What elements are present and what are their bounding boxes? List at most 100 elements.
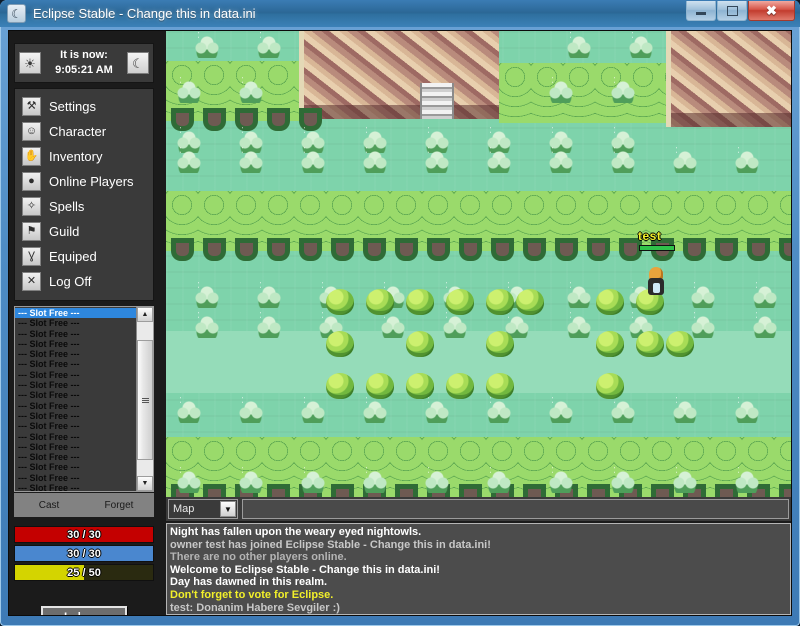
close-button[interactable]: ✖: [748, 1, 795, 21]
shrub-sprite: [752, 312, 778, 338]
shrub-sprite: [566, 312, 592, 338]
menu-item-label: Online Players: [49, 174, 134, 189]
inbox-button[interactable]: Inbox: [41, 606, 127, 615]
maximize-button[interactable]: [717, 1, 747, 21]
spell-slot[interactable]: --- Slot Free ---: [15, 329, 136, 339]
tree-trunk: [486, 243, 518, 261]
player-health-bar: [639, 245, 675, 251]
spell-slot[interactable]: --- Slot Free ---: [15, 473, 136, 483]
spell-action-bar: Cast Forget: [14, 493, 154, 517]
shrub-sprite: [486, 467, 512, 493]
window-title: Eclipse Stable - Change this in data.ini: [33, 6, 256, 21]
cliff-edge: [299, 31, 304, 119]
tree-trunk: [742, 243, 774, 261]
spell-slot[interactable]: --- Slot Free ---: [15, 452, 136, 462]
chat-message: Don't forget to vote for Eclipse.: [170, 588, 334, 601]
tree-trunk: [198, 489, 230, 497]
chat-channel-dropdown[interactable]: Map ▼: [168, 499, 238, 519]
shrub-sprite: [176, 147, 202, 173]
scrollbar-thumb[interactable]: [137, 340, 153, 460]
shrub-sprite: [424, 397, 450, 423]
tree-trunk: [262, 489, 294, 497]
tree-trunk: [230, 243, 262, 261]
bush-sprite: [406, 331, 434, 357]
shrub-sprite: [424, 467, 450, 493]
menu-item-online-players[interactable]: ● Online Players: [15, 169, 153, 194]
chevron-down-icon[interactable]: ▼: [220, 501, 236, 517]
bush-sprite: [366, 289, 394, 315]
tree-canopy-band: [166, 191, 791, 251]
shrub-sprite: [486, 147, 512, 173]
shrub-sprite: [380, 312, 406, 338]
spell-slot[interactable]: --- Slot Free ---: [15, 318, 136, 328]
spell-slot[interactable]: --- Slot Free ---: [15, 421, 136, 431]
minimize-button[interactable]: [686, 1, 716, 21]
shrub-sprite: [194, 312, 220, 338]
shrub-sprite: [610, 77, 636, 103]
experience-bar: 25 / 50: [14, 564, 154, 581]
spell-slot[interactable]: --- Slot Free ---: [15, 308, 136, 319]
spell-slot[interactable]: --- Slot Free ---: [15, 462, 136, 472]
chat-message: There are no other players online.: [170, 551, 347, 564]
game-map-viewport[interactable]: test: [166, 31, 791, 497]
shrub-sprite: [610, 397, 636, 423]
menu-item-log-off[interactable]: ✕ Log Off: [15, 269, 153, 294]
spell-list[interactable]: --- Slot Free --- --- Slot Free --- --- Sl…: [15, 307, 136, 491]
spell-slot[interactable]: --- Slot Free ---: [15, 401, 136, 411]
scrollbar-track[interactable]: [137, 322, 153, 476]
spell-list-scrollbar[interactable]: ▲ ▼: [136, 307, 153, 491]
shrub-sprite: [362, 467, 388, 493]
spell-slot[interactable]: --- Slot Free ---: [15, 339, 136, 349]
chat-input[interactable]: [242, 499, 789, 519]
forget-button[interactable]: Forget: [84, 500, 154, 511]
bush-sprite: [326, 331, 354, 357]
cast-button[interactable]: Cast: [14, 500, 84, 511]
spell-list-panel[interactable]: --- Slot Free --- --- Slot Free --- --- Sl…: [14, 306, 154, 492]
spell-slot[interactable]: --- Slot Free ---: [15, 411, 136, 421]
shrub-sprite: [238, 77, 264, 103]
spell-slot[interactable]: --- Slot Free ---: [15, 370, 136, 380]
bush-sprite: [666, 331, 694, 357]
clock-label: It is now:: [60, 49, 108, 62]
spell-slot[interactable]: --- Slot Free ---: [15, 432, 136, 442]
tree-canopy-band: [499, 63, 666, 123]
scroll-down-arrow-icon[interactable]: ▼: [137, 476, 153, 491]
bush-sprite: [366, 373, 394, 399]
clock-panel: ☀ It is now: 9:05:21 AM ☾: [14, 43, 154, 83]
chat-log[interactable]: Night has fallen upon the weary eyed nig…: [166, 523, 791, 615]
menu-item-character[interactable]: ☺ Character: [15, 119, 153, 144]
menu-item-equiped[interactable]: Ɣ Equiped: [15, 244, 153, 269]
shrub-sprite: [362, 147, 388, 173]
tree-trunk: [358, 243, 390, 261]
tree-trunk: [198, 113, 230, 131]
spell-slot[interactable]: --- Slot Free ---: [15, 483, 136, 491]
tree-trunk: [390, 243, 422, 261]
chat-input-bar: Map ▼: [166, 497, 791, 521]
spell-slot[interactable]: --- Slot Free ---: [15, 380, 136, 390]
bush-sprite: [596, 373, 624, 399]
tree-trunk: [774, 243, 791, 261]
menu-item-spells[interactable]: ✧ Spells: [15, 194, 153, 219]
spell-slot[interactable]: --- Slot Free ---: [15, 349, 136, 359]
shrub-sprite: [610, 467, 636, 493]
menu-item-settings[interactable]: ⚒ Settings: [15, 94, 153, 119]
spell-slot[interactable]: --- Slot Free ---: [15, 442, 136, 452]
shrub-sprite: [176, 77, 202, 103]
menu-item-label: Character: [49, 124, 107, 139]
tree-trunk: [166, 243, 198, 261]
menu-item-inventory[interactable]: ✋ Inventory: [15, 144, 153, 169]
shrub-sprite: [548, 147, 574, 173]
shrub-sprite: [672, 147, 698, 173]
shrub-sprite: [300, 147, 326, 173]
spell-slot[interactable]: --- Slot Free ---: [15, 390, 136, 400]
title-bar[interactable]: ☾ Eclipse Stable - Change this in data.i…: [0, 0, 800, 27]
scroll-up-arrow-icon[interactable]: ▲: [137, 307, 153, 322]
tree-trunk: [678, 243, 710, 261]
menu-item-guild[interactable]: ⚑ Guild: [15, 219, 153, 244]
mana-bar-text: 30 / 30: [67, 547, 101, 560]
spell-slot[interactable]: --- Slot Free ---: [15, 359, 136, 369]
bush-sprite: [486, 289, 514, 315]
player-character-sprite[interactable]: [644, 267, 668, 299]
shrub-sprite: [300, 397, 326, 423]
bush-sprite: [486, 331, 514, 357]
